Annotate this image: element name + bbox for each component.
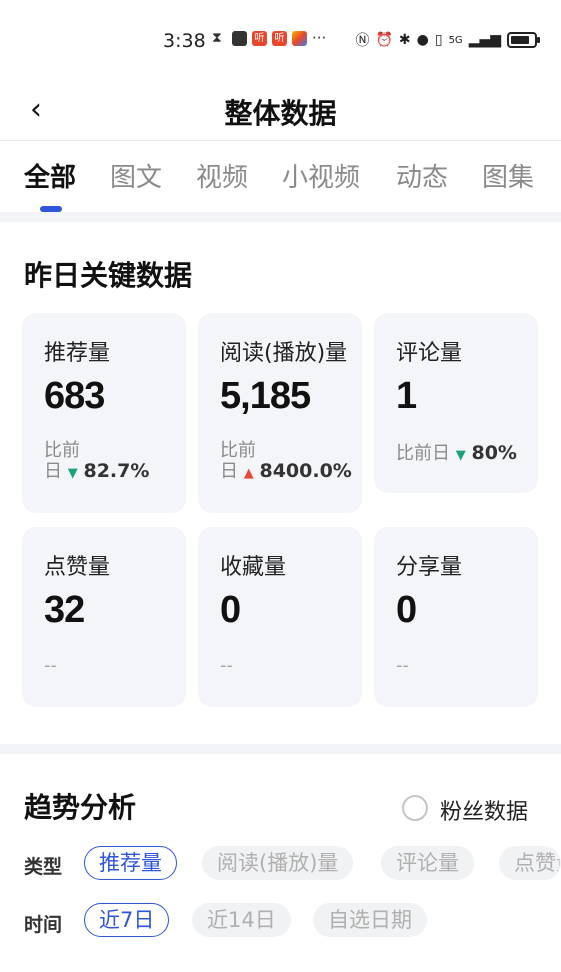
fans-data-label[interactable]: 粉丝数据 (440, 794, 528, 826)
card-reads[interactable]: 阅读(播放)量 5,185 比前 日 ▲ 8400.0% (198, 313, 362, 513)
card-label: 评论量 (396, 341, 463, 366)
type-chip-likes[interactable]: 点赞量 (499, 846, 561, 880)
compare-label-cont: 日 (44, 461, 62, 482)
header: ‹ 整体数据 (0, 84, 561, 140)
battery-icon (507, 32, 540, 48)
compare-label: 比前 (44, 440, 80, 461)
compare-value: 8400.0% (259, 460, 352, 482)
card-value: 1 (396, 375, 417, 417)
arrow-up-icon: ▲ (243, 466, 254, 481)
type-chip-comments[interactable]: 评论量 (381, 846, 474, 880)
network-label: 5G (448, 34, 463, 46)
compare-empty: -- (44, 655, 57, 676)
card-label: 点赞量 (44, 555, 111, 580)
card-compare: 比前日 ▼ 80% (396, 443, 517, 466)
card-value: 32 (44, 589, 85, 631)
card-recommend[interactable]: 推荐量 683 比前 日 ▼ 82.7% (22, 313, 186, 513)
card-compare: 比前 日 ▼ 82.7% (44, 441, 149, 484)
card-value: 683 (44, 375, 105, 417)
card-likes[interactable]: 点赞量 32 -- (22, 527, 186, 707)
tab-moments[interactable]: 动态 (396, 157, 448, 194)
listen-app-icon: 听 (252, 31, 267, 46)
header-divider (0, 140, 561, 141)
compare-empty: -- (220, 655, 233, 676)
time-chip-custom[interactable]: 自选日期 (313, 903, 427, 937)
card-label: 收藏量 (220, 555, 287, 580)
card-label: 阅读(播放)量 (220, 341, 348, 366)
page-title: 整体数据 (224, 97, 337, 130)
card-comments[interactable]: 评论量 1 比前日 ▼ 80% (374, 313, 538, 493)
more-notifications-icon: ··· (312, 29, 327, 47)
system-icons: Ⓝ ⏰ ✱ ● ▯ 5G ▂▄▆ (355, 30, 540, 50)
card-label: 推荐量 (44, 341, 111, 366)
type-chip-reads[interactable]: 阅读(播放)量 (202, 846, 354, 880)
signal-icon: ▂▄▆ (468, 32, 501, 48)
trend-title: 趋势分析 (24, 791, 137, 824)
time-row-label: 时间 (24, 914, 63, 936)
card-shares[interactable]: 分享量 0 -- (374, 527, 538, 707)
arrow-down-icon: ▼ (67, 466, 78, 481)
compare-value: 82.7% (83, 460, 150, 482)
card-compare: 比前 日 ▲ 8400.0% (220, 441, 352, 484)
notification-icons: ⧗ 听 听 ··· (212, 31, 326, 46)
card-value: 0 (396, 589, 417, 631)
listen-app-icon-2: 听 (272, 31, 287, 46)
tab-all[interactable]: 全部 (24, 157, 76, 194)
tab-videos[interactable]: 视频 (196, 157, 248, 194)
fans-data-radio[interactable] (402, 795, 428, 821)
key-data-title: 昨日关键数据 (24, 259, 193, 292)
type-chip-recommend[interactable]: 推荐量 (84, 846, 177, 880)
type-row-label: 类型 (24, 856, 63, 878)
tab-short-videos[interactable]: 小视频 (282, 157, 360, 194)
nfc-icon: Ⓝ (355, 33, 370, 49)
vibrate-icon: ▯ (434, 32, 443, 48)
card-value: 0 (220, 589, 241, 631)
tab-galleries[interactable]: 图集 (482, 157, 534, 194)
hourglass-icon: ⧗ (212, 30, 222, 46)
card-label: 分享量 (396, 555, 463, 580)
alarm-icon: ⏰ (375, 32, 393, 48)
compare-label-cont: 日 (220, 461, 238, 482)
app-notification-icon (292, 31, 307, 46)
tab-articles[interactable]: 图文 (110, 157, 162, 194)
compare-value: 80% (471, 442, 517, 464)
location-icon: ● (416, 32, 429, 48)
time-chip-14d[interactable]: 近14日 (192, 903, 291, 937)
compare-label: 比前日 (396, 443, 450, 464)
compare-label: 比前 (220, 440, 256, 461)
card-value: 5,185 (220, 375, 311, 417)
bluetooth-icon: ✱ (398, 32, 411, 48)
compare-empty: -- (396, 655, 409, 676)
status-bar: 3:38 ⧗ 听 听 ··· Ⓝ ⏰ ✱ ● ▯ 5G ▂▄▆ (0, 0, 561, 84)
time-chip-7d[interactable]: 近7日 (84, 903, 170, 937)
arrow-down-icon: ▼ (455, 448, 466, 463)
section-divider (0, 212, 561, 222)
content-type-tabs: 全部 图文 视频 小视频 动态 图集 (0, 152, 561, 212)
card-favorites[interactable]: 收藏量 0 -- (198, 527, 362, 707)
status-time: 3:38 (163, 30, 206, 52)
message-icon (232, 31, 247, 46)
section-divider (0, 744, 561, 754)
